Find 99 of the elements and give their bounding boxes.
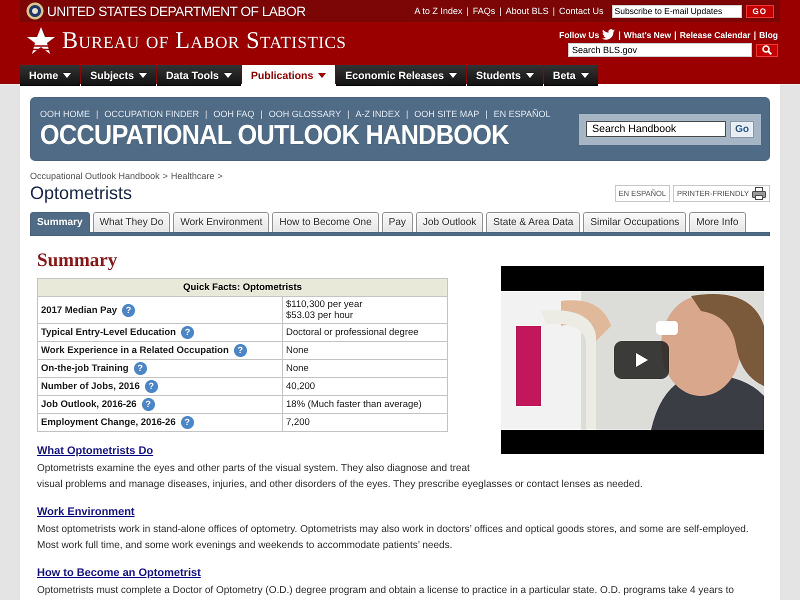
top-link[interactable]: FAQs: [472, 6, 496, 16]
banner-link[interactable]: OOH GLOSSARY: [268, 108, 342, 118]
printer-icon: [752, 187, 766, 200]
banner-link[interactable]: EN ESPAÑOL: [494, 108, 551, 118]
section-link[interactable]: How to Become an Optometrist: [37, 567, 201, 579]
paragraph: Optometrists must complete a Doctor of Optometry (O.D.) degree program and obtain a license to practice in a particular state. O.D. programs take 4 years to: [37, 584, 735, 598]
top-link[interactable]: Contact Us: [559, 6, 604, 16]
link-separator: |: [347, 108, 350, 118]
caret-icon: [526, 73, 534, 78]
header-link[interactable]: Blog: [759, 30, 778, 40]
tab[interactable]: Work Environment: [173, 212, 270, 232]
go-button[interactable]: Go: [730, 120, 754, 138]
link-separator: |: [466, 6, 469, 16]
tab[interactable]: Summary: [30, 212, 90, 232]
table-cell: Number of Jobs, 2016: [41, 381, 140, 392]
tab[interactable]: How to Become One: [272, 212, 379, 232]
link-separator: |: [552, 6, 556, 16]
link-separator: |: [406, 108, 408, 118]
table-cell: 18% (Much faster than average): [282, 396, 448, 414]
search-field[interactable]: Search Handbook: [586, 121, 726, 137]
table-cell: On-the-job Training: [41, 363, 129, 374]
link-separator: |: [618, 30, 621, 40]
handbook-title[interactable]: OCCUPATIONAL OUTLOOK HANDBOOK: [40, 119, 551, 151]
banner-link[interactable]: OOH HOME: [40, 108, 90, 118]
caret-icon: [63, 73, 72, 78]
link-separator: |: [674, 30, 677, 40]
bird-icon: [602, 29, 616, 40]
caret-icon: [224, 73, 232, 78]
tab[interactable]: More Info: [689, 212, 746, 232]
banner-link[interactable]: A-Z INDEX: [355, 108, 400, 118]
help-icon[interactable]: ?: [180, 326, 194, 339]
page-title: Optometrists: [30, 183, 134, 204]
help-icon[interactable]: ?: [142, 398, 155, 411]
caret-icon: [448, 73, 457, 78]
table-cell: 7,200: [282, 414, 448, 432]
tab[interactable]: What They Do: [92, 212, 170, 232]
breadcrumb-link[interactable]: Occupational Outlook Handbook: [30, 171, 160, 181]
breadcrumb-separator: >: [162, 171, 168, 181]
help-icon[interactable]: ?: [180, 416, 194, 429]
table-cell: 2017 Median Pay: [41, 304, 118, 316]
tab[interactable]: Job Outlook: [416, 212, 484, 232]
nav-menu-item[interactable]: Subjects: [81, 65, 156, 86]
table-header: Quick Facts: Optometrists: [38, 278, 448, 296]
paragraph: Optometrists examine the eyes and other parts of the visual system. They also diagnose and treat visual problems and manage diseases, injuries, and other disorders of the eyes. They prescribe eyeglasses or contact lenses as needed.: [37, 462, 644, 492]
banner-link[interactable]: OCCUPATION FINDER: [104, 108, 200, 118]
seal-icon: [26, 2, 44, 20]
help-icon[interactable]: ?: [134, 362, 147, 375]
tab[interactable]: State & Area Data: [486, 212, 580, 232]
top-link[interactable]: A to Z Index: [414, 6, 462, 16]
search-button[interactable]: [756, 44, 778, 56]
follow-label: Follow Us: [559, 30, 600, 40]
table-cell: Doctoral or professional degree: [282, 324, 448, 342]
caret-icon: [138, 73, 147, 78]
link-separator: |: [260, 108, 263, 118]
banner-link[interactable]: OOH FAQ: [213, 108, 254, 118]
breadcrumb-link[interactable]: Healthcare: [170, 171, 214, 181]
email-field[interactable]: Subscribe to E-mail Updates: [612, 4, 742, 18]
tab[interactable]: Similar Occupations: [583, 212, 686, 232]
table-cell: Employment Change, 2016-26: [41, 417, 176, 428]
link-separator: |: [205, 108, 208, 118]
play-icon: [636, 353, 648, 367]
nav-menu-item[interactable]: Data Tools: [156, 65, 241, 86]
link-separator: |: [485, 108, 488, 118]
caret-icon: [318, 73, 326, 78]
header-link[interactable]: What's New: [624, 30, 672, 40]
tab[interactable]: Pay: [382, 212, 413, 232]
table-cell: Typical Entry-Level Education: [41, 327, 176, 338]
go-button[interactable]: GO: [746, 4, 774, 18]
play-button[interactable]: [614, 341, 669, 379]
search-icon: [762, 45, 772, 55]
nav-menu-item[interactable]: Beta: [544, 65, 598, 86]
table-cell: Job Outlook, 2016-26: [41, 399, 137, 410]
link-separator: |: [499, 6, 502, 16]
header-link[interactable]: Release Calendar: [680, 30, 751, 40]
section-link[interactable]: What Optometrists Do: [37, 445, 154, 457]
nav-menu-item[interactable]: Students: [466, 65, 543, 86]
help-icon[interactable]: ?: [234, 344, 247, 357]
table-cell: Work Experience in a Related Occupation: [41, 345, 229, 356]
nav-menu-item[interactable]: Publications: [242, 65, 336, 86]
caret-icon: [580, 73, 589, 78]
nav-menu-item[interactable]: Home: [20, 65, 80, 86]
link-separator: |: [754, 30, 756, 40]
help-icon[interactable]: ?: [144, 380, 158, 393]
paragraph: Most optometrists work in stand-alone offices of optometry. Optometrists may also work in doctors’ offices and optical goods stores, and some are self-employed. Most work full time, and some work evenings and weekends to accommodate patients’ needs.: [37, 523, 750, 553]
table-cell: None: [282, 342, 448, 360]
help-icon[interactable]: ?: [122, 304, 136, 316]
banner-link[interactable]: OOH SITE MAP: [414, 108, 480, 118]
nav-menu-item[interactable]: Economic Releases: [336, 65, 466, 86]
table-cell: $110,300 per year $53.03 per hour: [282, 296, 448, 324]
table-cell: None: [282, 360, 448, 378]
star-logo-icon: [26, 26, 56, 56]
table-cell: 40,200: [282, 378, 448, 396]
link-separator: |: [96, 108, 98, 118]
agency-name[interactable]: UNITED STATES DEPARTMENT OF LABOR: [47, 4, 306, 18]
section-link[interactable]: Work Environment: [37, 506, 135, 518]
breadcrumb-separator: >: [217, 171, 223, 181]
section-heading: Summary: [37, 250, 118, 272]
site-title[interactable]: Bureau of Labor Statistics: [62, 28, 346, 54]
top-link[interactable]: About BLS: [506, 6, 549, 16]
